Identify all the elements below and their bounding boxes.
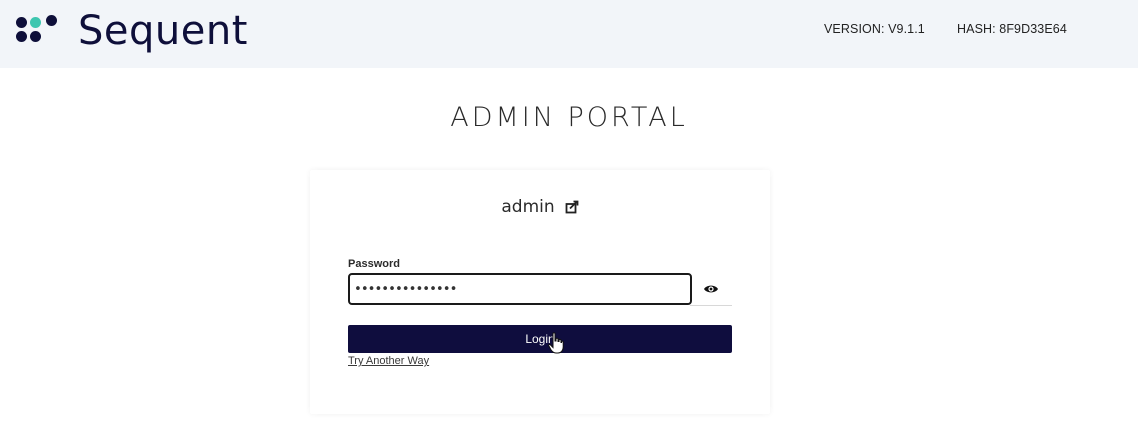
page-title: ADMIN PORTAL — [450, 102, 688, 133]
logo-dots-icon — [16, 11, 72, 51]
password-label: Password — [348, 258, 400, 270]
logo-dot — [16, 31, 27, 42]
edit-user-icon[interactable] — [565, 200, 579, 214]
sequent-logo[interactable]: Sequent — [16, 6, 248, 56]
logo-dot — [30, 17, 41, 28]
version-label: VERSION: V9.1.1 — [824, 22, 925, 36]
brand-name: Sequent — [78, 8, 248, 54]
logo-dot — [30, 31, 41, 42]
eye-icon — [704, 285, 718, 293]
logo-dot — [46, 15, 57, 26]
try-another-way-link[interactable]: Try Another Way — [348, 355, 429, 367]
username-display: admin — [501, 197, 555, 217]
logo-dot — [16, 17, 27, 28]
top-header: Sequent VERSION: V9.1.1 HASH: 8F9D33E64 — [0, 0, 1138, 68]
hash-label: HASH: 8F9D33E64 — [957, 22, 1067, 36]
username-row: admin — [310, 197, 770, 217]
login-card: admin Password Login Try Another Way — [310, 170, 770, 414]
password-input[interactable] — [348, 273, 692, 305]
login-button[interactable]: Login — [348, 325, 732, 353]
show-password-button[interactable] — [690, 273, 732, 306]
